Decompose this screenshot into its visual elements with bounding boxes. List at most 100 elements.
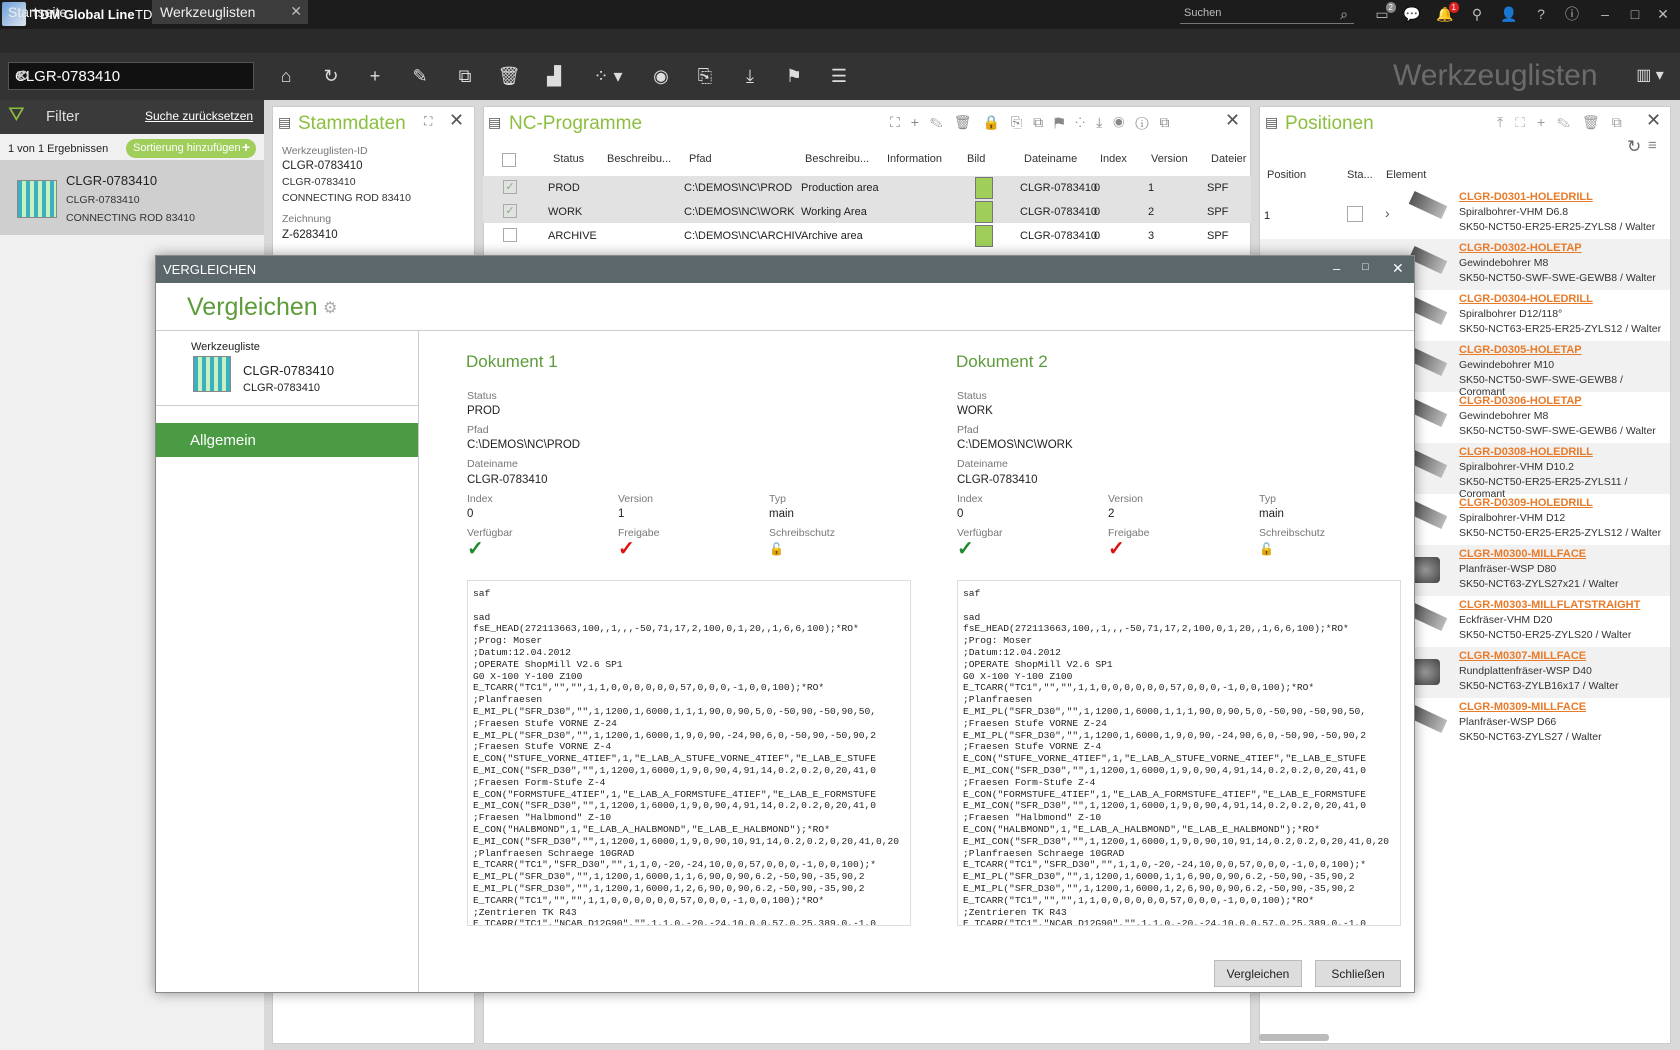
nc-icon: ▤ [488, 114, 502, 130]
col-status[interactable]: Status [553, 153, 584, 165]
doc1-file: CLGR-0783410 [467, 474, 548, 486]
col-desc1[interactable]: Beschreibu... [607, 153, 671, 165]
col-filename[interactable]: Dateiname [1024, 153, 1077, 165]
compare-button[interactable]: Vergleichen [1214, 960, 1302, 987]
doc1-status: PROD [467, 405, 501, 417]
cell-file: CLGR-0783410 [1020, 206, 1098, 218]
search-id-input[interactable]: CLGR-0783410 ✕ ⟲ [8, 62, 254, 90]
doc2-code-view[interactable]: saf sad fsE_HEAD(272113663,100,,1,,,-50,7… [957, 580, 1401, 926]
col-path[interactable]: Pfad [689, 153, 712, 165]
nc-title: NC-Programme [509, 113, 643, 134]
document-icon[interactable]: ☰ [826, 64, 852, 88]
history-icon[interactable]: ⟲ [15, 66, 249, 86]
col-filetype[interactable]: Dateier [1211, 153, 1246, 165]
list-item[interactable]: CLGR-D0301-HOLEDRILL Spiralbohrer-VHM D6.… [1260, 188, 1670, 239]
maximize-icon[interactable]: □ [1626, 5, 1644, 23]
positionen-close-icon[interactable]: ✕ [1646, 110, 1661, 131]
doc1-version-label: Version [618, 493, 654, 505]
nc-panel-toolbar[interactable]: ⛶+✎🗑🔒⎘⧉⚑⁘⤓◉ⓘ⧉ [890, 114, 1180, 131]
search-icon[interactable]: ⌕ [1335, 5, 1353, 23]
notifications-icon[interactable]: 🔔 1 [1436, 2, 1459, 23]
expand-icon[interactable]: ⛶ [424, 114, 432, 129]
export-icon[interactable]: ⎘ [692, 64, 718, 88]
tab-startseite[interactable]: Startseite [0, 0, 152, 24]
code-line: fsE_HEAD(272113663,100,,1,,,-50,71,17,2,… [473, 623, 859, 635]
grid-dropdown-icon[interactable]: ⁘ ▾ [588, 64, 628, 88]
code-line: ;Zentrieren TK R43 [473, 906, 577, 918]
col-image[interactable]: Bild [967, 153, 985, 165]
nc-close-icon[interactable]: ✕ [1225, 110, 1240, 131]
dialog-close-icon[interactable]: ✕ [1392, 260, 1404, 277]
refresh-icon[interactable]: ↻ [1627, 137, 1641, 157]
col-information[interactable]: Information [887, 153, 942, 165]
doc2-path-label: Pfad [957, 424, 979, 436]
doc1-code-view[interactable]: saf sad fsE_HEAD(272113663,100,,1,,,-50,7… [467, 580, 911, 926]
code-line: E_CON("FORMSTUFE_4TIEF",1,"E_LAB_A_FORMS… [963, 788, 1367, 800]
chat-icon[interactable]: 💬 [1403, 5, 1421, 23]
nav-allgemein[interactable]: Allgemein [156, 423, 418, 457]
help-icon[interactable]: ? [1532, 5, 1550, 23]
row-checkbox[interactable]: ✓ [503, 204, 517, 218]
row-checkbox[interactable]: ✓ [503, 180, 517, 194]
copy-icon[interactable]: ⧉ [452, 64, 478, 88]
row-checkbox[interactable] [503, 228, 517, 242]
filter-icon[interactable]: ⛛ [8, 104, 25, 127]
settings-icon[interactable]: ⚙ [323, 298, 337, 318]
layout-icon[interactable]: ▥ ▾ [1630, 64, 1670, 88]
code-line: ;Fraesen Form-Stufe Z-4 [473, 776, 606, 788]
positionen-title: Positionen [1285, 113, 1374, 134]
code-line: E_CON("HALBMOND",1,"E_LAB_A_HALBMOND","E… [473, 823, 830, 835]
close-button[interactable]: Schließen [1315, 960, 1401, 987]
table-row[interactable]: ARCHIVE C:\DEMOS\NC\ARCHIV Archive area … [483, 224, 1251, 248]
delete-icon[interactable]: 🗑 [496, 64, 522, 88]
code-line: ;Prog: Moser [473, 635, 543, 647]
tab-bar [0, 29, 1680, 53]
download-icon[interactable]: ⤓ [737, 64, 763, 88]
col-version[interactable]: Version [1151, 153, 1188, 165]
tag-icon[interactable]: ⚑ [781, 64, 807, 88]
col-position[interactable]: Position [1267, 169, 1306, 181]
messages-icon[interactable]: ▭ 2 [1373, 2, 1396, 23]
filter-label[interactable]: Filter [46, 108, 79, 125]
panel-close-icon[interactable]: ✕ [449, 110, 464, 131]
doc1-type: main [769, 508, 794, 520]
add-sort-button[interactable]: Sortierung hinzufügen + [126, 139, 256, 158]
edit-icon[interactable]: ✎ [407, 64, 433, 88]
refresh-icon[interactable]: ↻ [318, 64, 344, 88]
add-icon[interactable]: + [362, 64, 388, 88]
cell-desc: Working Area [801, 206, 867, 218]
tab-close-icon[interactable]: ✕ [290, 3, 302, 20]
col-desc2[interactable]: Beschreibu... [805, 153, 869, 165]
compare-icon[interactable]: ◉ [648, 64, 674, 88]
table-row[interactable]: ✓ WORK C:\DEMOS\NC\WORK Working Area CLG… [483, 200, 1251, 224]
code-line: E_CON("STUFE_VORNE_4TIEF",1,"E_LAB_A_STU… [963, 753, 1367, 765]
cell-version: 2 [1148, 206, 1155, 218]
cell-version: 3 [1148, 230, 1155, 242]
connections-icon[interactable]: ⚲ [1468, 5, 1486, 23]
dialog-minimize-icon[interactable]: – [1333, 261, 1340, 276]
reset-search-link[interactable]: Suche zurücksetzen [145, 109, 253, 123]
cell-type: SPF [1207, 230, 1229, 242]
tab-werkzeuglisten[interactable]: Werkzeuglisten ✕ [152, 0, 308, 24]
home-icon[interactable]: ⌂ [273, 64, 299, 88]
code-line: E_MI_PL("SFR_D30","",1,1200,1,6000,1,1,6… [963, 871, 1355, 883]
minimize-icon[interactable]: – [1596, 5, 1614, 23]
menu-icon[interactable]: ≡ [1648, 137, 1657, 154]
close-icon[interactable]: ✕ [1654, 5, 1672, 23]
global-search-input[interactable]: Suchen [1180, 3, 1354, 24]
chart-icon[interactable]: ▟ [541, 64, 567, 88]
info-icon[interactable]: ⓘ [1563, 5, 1581, 23]
doc1-path-label: Pfad [467, 424, 489, 436]
positionen-toolbar[interactable]: ⤒⛶+✎🗑⧉ [1497, 114, 1634, 131]
code-line: ;Fraesen Stufe VORNE Z-4 [473, 741, 612, 753]
col-element[interactable]: Element [1386, 169, 1426, 181]
col-state[interactable]: Sta... [1347, 169, 1373, 181]
cell-version: 1 [1148, 182, 1155, 194]
horizontal-scrollbar[interactable] [1259, 1034, 1329, 1041]
col-index[interactable]: Index [1100, 153, 1127, 165]
table-row[interactable]: ✓ PROD C:\DEMOS\NC\PROD Production area … [483, 176, 1251, 200]
side-sub: CLGR-0783410 [243, 382, 321, 394]
user-icon[interactable]: 👤 [1500, 5, 1518, 23]
dialog-maximize-icon[interactable]: □ [1362, 261, 1369, 273]
